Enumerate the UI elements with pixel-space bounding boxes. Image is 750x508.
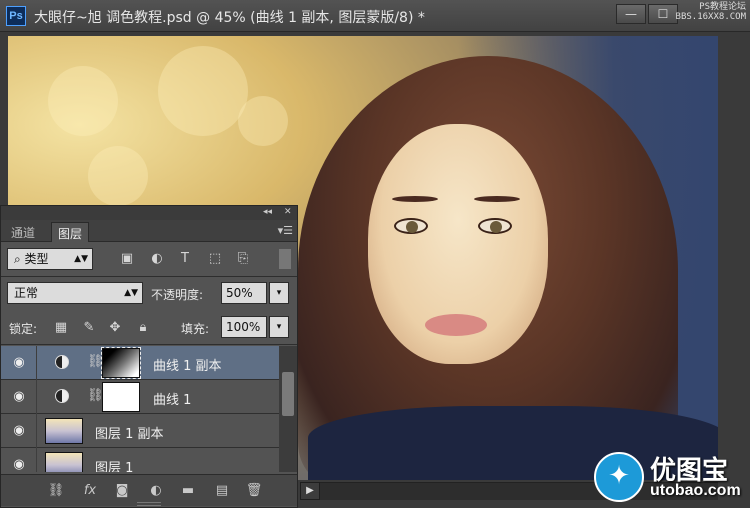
- document-title: 大眼仔~旭 调色教程.psd @ 45% (曲线 1 副本, 图层蒙版/8) *: [34, 10, 425, 26]
- opacity-input[interactable]: 50%: [221, 282, 267, 304]
- add-mask-icon[interactable]: ◙: [113, 483, 131, 498]
- bird-logo-icon: ✦: [594, 452, 644, 502]
- layer-row[interactable]: ◉ 图层 1: [1, 448, 279, 472]
- layer-row[interactable]: ◉ ⛓ 曲线 1 副本: [1, 346, 279, 380]
- lock-position-icon[interactable]: ✥: [107, 320, 123, 336]
- panel-header: ◂◂ ✕: [1, 206, 297, 220]
- fill-input[interactable]: 100%: [221, 316, 267, 338]
- opacity-label: 不透明度:: [151, 288, 204, 302]
- panel-tabs: 通道 图层 ▾☰: [1, 220, 297, 242]
- right-eyebrow: [474, 196, 520, 202]
- brand-url: utobao.com: [650, 482, 741, 499]
- new-layer-icon[interactable]: ▤: [213, 483, 231, 498]
- tab-channels[interactable]: 通道: [5, 222, 41, 242]
- right-iris: [490, 221, 502, 233]
- right-eye: [478, 218, 512, 234]
- filter-toggle[interactable]: [279, 249, 291, 269]
- visibility-column: ◉: [1, 380, 37, 414]
- layers-panel: ◂◂ ✕ 通道 图层 ▾☰ ⌕ 类型 ▲▼ ▣ ◐ T ⬚ ⎘ 正常 ▲▼ 不透…: [0, 205, 298, 508]
- curves-adjustment-icon: [55, 355, 69, 369]
- bokeh-light: [238, 96, 288, 146]
- blend-row: 正常 ▲▼ 不透明度: 50% ▾: [1, 278, 297, 308]
- visibility-column: ◉: [1, 346, 37, 380]
- resize-grip[interactable]: [137, 502, 161, 506]
- blend-mode-label: 正常: [14, 286, 39, 300]
- panel-menu-icon[interactable]: ▾☰: [278, 224, 293, 237]
- opacity-dropdown-button[interactable]: ▾: [269, 282, 289, 304]
- eye-icon[interactable]: ◉: [11, 457, 27, 472]
- fill-label: 填充:: [181, 322, 210, 336]
- canvas-vertical-scrollbar[interactable]: [718, 36, 750, 480]
- search-icon: ⌕: [14, 252, 25, 266]
- title-bar: Ps 大眼仔~旭 调色教程.psd @ 45% (曲线 1 副本, 图层蒙版/8…: [0, 0, 750, 32]
- fill-dropdown-button[interactable]: ▾: [269, 316, 289, 338]
- stepper-icon: ▲▼: [74, 254, 88, 264]
- smart-object-filter-icon[interactable]: ⎘: [235, 251, 251, 267]
- blend-mode-dropdown[interactable]: 正常 ▲▼: [7, 282, 143, 304]
- watermark-line2: BBS.16XX8.COM: [675, 12, 746, 22]
- bokeh-light: [48, 66, 118, 136]
- scrollbar-thumb[interactable]: [282, 372, 294, 416]
- layer-name: 图层 1: [95, 461, 134, 472]
- layer-mask-thumbnail[interactable]: [102, 382, 140, 412]
- image-filter-icon[interactable]: ▣: [119, 251, 135, 267]
- divider: [1, 344, 297, 345]
- left-eyebrow: [392, 196, 438, 202]
- photoshop-window: Ps 大眼仔~旭 调色教程.psd @ 45% (曲线 1 副本, 图层蒙版/8…: [0, 0, 750, 508]
- new-group-icon[interactable]: ▬: [179, 483, 197, 498]
- fx-icon[interactable]: fx: [81, 483, 99, 498]
- watermark-line1: PS教程论坛: [699, 2, 746, 12]
- type-filter-icon[interactable]: T: [177, 251, 193, 267]
- layer-name: 曲线 1 副本: [153, 359, 222, 374]
- lock-transparency-icon[interactable]: ▦: [53, 320, 69, 336]
- eye-icon[interactable]: ◉: [11, 355, 27, 371]
- photoshop-logo-icon: Ps: [6, 6, 26, 26]
- bokeh-light: [158, 46, 248, 136]
- eye-icon[interactable]: ◉: [11, 423, 27, 439]
- shape-filter-icon[interactable]: ⬚: [207, 251, 223, 267]
- new-adjustment-icon[interactable]: ◐: [147, 483, 165, 498]
- layers-scrollbar[interactable]: [279, 346, 297, 472]
- collapse-icon[interactable]: ◂◂: [263, 207, 272, 217]
- close-icon[interactable]: ✕: [284, 207, 292, 217]
- layer-list: ◉ ⛓ 曲线 1 副本 ◉ ⛓ 曲线 1 ◉ 图层 1 副本 ◉ 图层 1: [1, 346, 297, 472]
- play-icon[interactable]: ▶: [300, 482, 320, 500]
- layer-row[interactable]: ◉ 图层 1 副本: [1, 414, 279, 448]
- lock-all-icon[interactable]: 🔒︎: [135, 320, 151, 336]
- lips: [425, 314, 487, 336]
- lock-label: 锁定:: [9, 322, 38, 336]
- adjustment-filter-icon[interactable]: ◐: [149, 251, 165, 267]
- visibility-column: ◉: [1, 448, 37, 472]
- curves-adjustment-icon: [55, 389, 69, 403]
- visibility-column: ◉: [1, 414, 37, 448]
- minimize-button[interactable]: —: [616, 4, 646, 24]
- layer-mask-thumbnail[interactable]: [101, 347, 141, 379]
- layer-thumbnail: [45, 418, 83, 444]
- trash-icon[interactable]: 🗑︎: [245, 483, 263, 498]
- lock-brush-icon[interactable]: ✎: [81, 320, 97, 336]
- link-layers-icon[interactable]: ⛓: [47, 483, 65, 498]
- layer-thumbnail: [45, 452, 83, 472]
- filter-row: ⌕ 类型 ▲▼ ▣ ◐ T ⬚ ⎘: [1, 244, 297, 274]
- stepper-icon: ▲▼: [124, 288, 138, 298]
- filter-type-label: 类型: [24, 252, 49, 266]
- filter-type-dropdown[interactable]: ⌕ 类型 ▲▼: [7, 248, 93, 270]
- face: [368, 124, 548, 364]
- layer-name: 曲线 1: [153, 393, 192, 408]
- bokeh-light: [88, 146, 148, 206]
- lock-row: 锁定: ▦ ✎ ✥ 🔒︎ 填充: 100% ▾: [1, 312, 297, 342]
- tab-layers[interactable]: 图层: [51, 222, 90, 242]
- layer-row[interactable]: ◉ ⛓ 曲线 1: [1, 380, 279, 414]
- layer-name: 图层 1 副本: [95, 427, 164, 442]
- eye-icon[interactable]: ◉: [11, 389, 27, 405]
- left-eye: [394, 218, 428, 234]
- forum-watermark: PS教程论坛 BBS.16XX8.COM: [676, 2, 746, 22]
- left-iris: [406, 221, 418, 233]
- utobao-watermark: ✦ 优图宝 utobao.com: [592, 448, 750, 508]
- maximize-button[interactable]: ☐: [648, 4, 678, 24]
- divider: [1, 276, 297, 277]
